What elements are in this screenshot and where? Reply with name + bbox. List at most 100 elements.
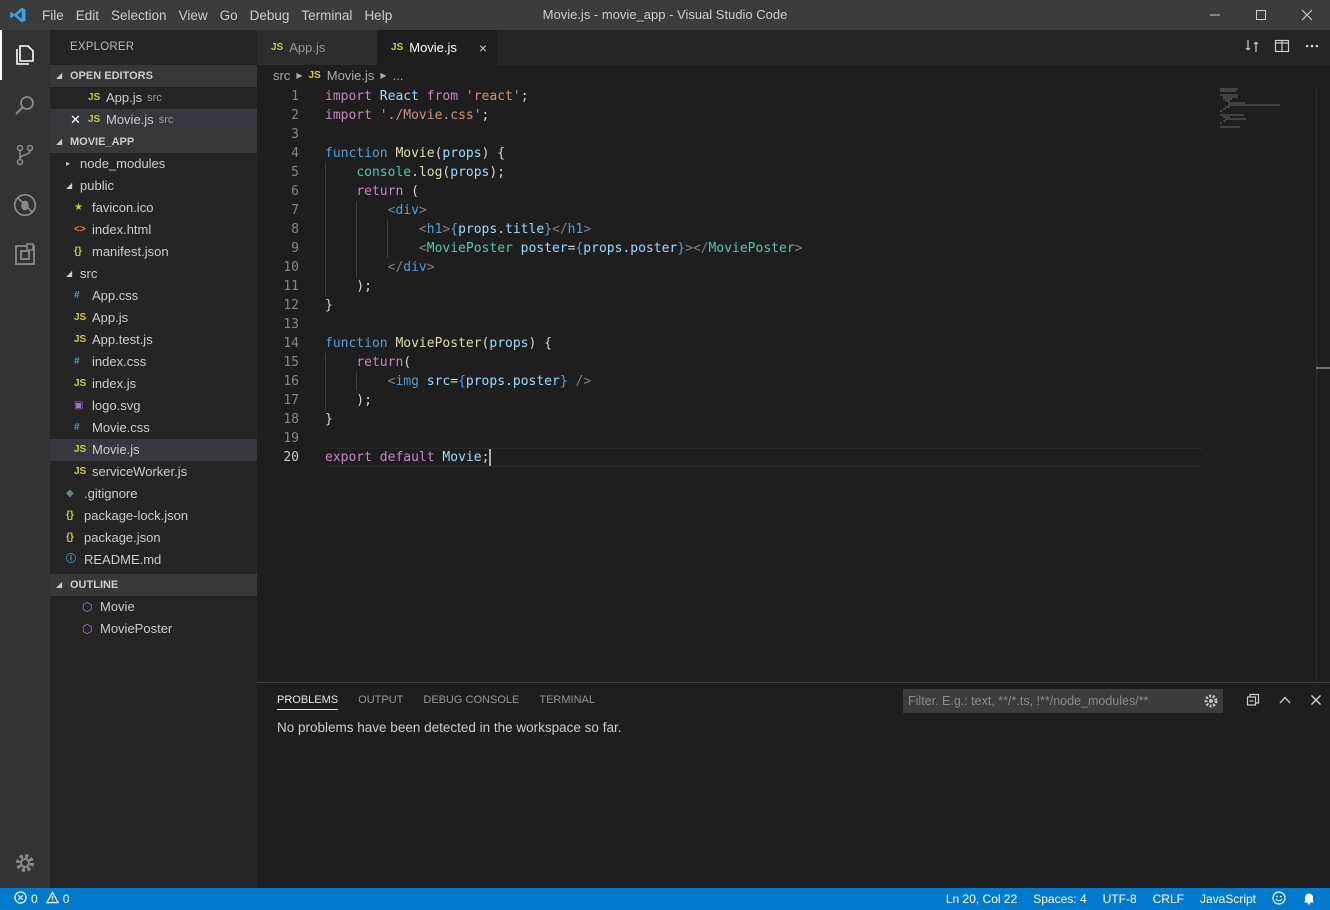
tree-item-src[interactable]: ◢ src [50,263,257,285]
tree-item-label: index.js [92,376,137,391]
tree-item-gitignore[interactable]: ◆ .gitignore [50,483,257,505]
menu-file[interactable]: File [36,8,70,23]
cursor-position[interactable]: Ln 20, Col 22 [946,892,1017,906]
code-line: 17 ); [257,391,1202,410]
outline-section-header[interactable]: ◢ OUTLINE [50,574,257,596]
extensions-icon[interactable] [0,230,50,280]
tab-problems[interactable]: PROBLEMS [277,683,339,718]
code-line: 12} [257,296,1202,315]
tab-output-label: OUTPUT [358,694,404,706]
error-count: 0 [31,892,38,906]
line-number: 2 [291,108,299,123]
split-editor-icon[interactable] [1274,38,1290,57]
tree-item-app-css[interactable]: # App.css [50,285,257,307]
editor-scrollbar[interactable] [1316,87,1330,682]
breadcrumb-folder[interactable]: src [273,65,290,87]
tree-item-movie-css[interactable]: # Movie.css [50,417,257,439]
menu-help[interactable]: Help [358,8,398,23]
line-number: 11 [283,279,299,294]
tree-item-package-json[interactable]: {} package.json [50,527,257,549]
js-file-icon: JS [88,92,101,103]
tree-item-movie-js[interactable]: JS Movie.js [50,439,257,461]
tab-debug-console[interactable]: DEBUG CONSOLE [423,683,519,718]
notifications-bell-icon[interactable] [1302,891,1316,908]
filter-settings-icon[interactable] [1201,689,1221,713]
minimap[interactable] [1220,87,1310,147]
line-number: 16 [283,374,299,389]
code-line: 13 [257,315,1202,334]
tree-item-node-modules[interactable]: ▸ node_modules [50,153,257,175]
close-tab-icon[interactable]: × [479,40,487,56]
close-window-button[interactable] [1284,0,1330,30]
project-title: MOVIE_APP [70,136,135,148]
tree-item-label: App.css [92,288,139,303]
maximize-panel-icon[interactable] [1278,693,1292,710]
close-panel-icon[interactable] [1310,693,1322,709]
open-editor-desc: src [158,114,174,126]
tree-item-label: logo.svg [92,398,141,413]
tree-item-public[interactable]: ◢ public [50,175,257,197]
problems-filter-input[interactable]: Filter. E.g.: text, **/*.ts, !**/node_mo… [903,689,1223,713]
feedback-smiley-icon[interactable] [1272,890,1286,908]
code-editor[interactable]: 1 import React from 'react'; 2 import './M… [257,87,1203,467]
minimize-button[interactable] [1192,0,1238,30]
text-cursor [489,449,492,466]
tree-item-favicon[interactable]: ★ favicon.ico [50,197,257,219]
css-file-icon: # [74,290,80,301]
tab-app-js[interactable]: JS App.js [257,30,377,65]
tree-item-index-js[interactable]: JS index.js [50,373,257,395]
menu-edit[interactable]: Edit [70,8,105,23]
project-section-header[interactable]: ◢ MOVIE_APP [50,131,257,153]
tree-item-index-html[interactable]: <> index.html [50,219,257,241]
search-icon[interactable] [0,80,50,130]
maximize-button[interactable] [1238,0,1284,30]
menu-view[interactable]: View [173,8,214,23]
open-editors-section-header[interactable]: ◢ OPEN EDITORS [50,65,257,87]
tab-bar: JS App.js JS Movie.js × [257,30,1330,65]
outline-item[interactable]: ⬡ Movie [50,596,257,618]
debug-icon[interactable] [0,180,50,230]
js-file-icon: JS [308,70,321,81]
tree-item-app-js[interactable]: JS App.js [50,307,257,329]
tree-item-service-worker[interactable]: JS serviceWorker.js [50,461,257,483]
tree-item-logo-svg[interactable]: ▣ logo.svg [50,395,257,417]
explorer-icon[interactable] [0,30,50,80]
open-editor-item[interactable]: ✕ JS Movie.js src [50,109,257,131]
more-actions-icon[interactable] [1304,38,1320,57]
tree-item-label: App.test.js [92,332,153,347]
menu-go[interactable]: Go [214,8,244,23]
language-mode[interactable]: JavaScript [1200,892,1256,906]
tree-item-app-test-js[interactable]: JS App.test.js [50,329,257,351]
tree-item-index-css[interactable]: # index.css [50,351,257,373]
encoding[interactable]: UTF-8 [1103,892,1137,906]
open-editor-label: App.js [106,90,143,105]
end-of-line[interactable]: CRLF [1153,892,1184,906]
collapse-all-icon[interactable] [1246,693,1260,710]
tree-item-label: index.css [92,354,147,369]
manage-gear-icon[interactable] [0,838,50,888]
menu-terminal[interactable]: Terminal [295,8,358,23]
open-changes-icon[interactable] [1244,38,1260,57]
line-number: 14 [283,336,299,351]
menu-bar: File Edit Selection View Go Debug Termin… [36,0,398,30]
menu-debug[interactable]: Debug [244,8,296,23]
menu-selection[interactable]: Selection [105,8,173,23]
tab-output[interactable]: OUTPUT [358,683,403,718]
open-editor-item[interactable]: JS App.js src [50,87,257,109]
breadcrumb-more[interactable]: ... [393,65,404,87]
tab-terminal[interactable]: TERMINAL [539,683,595,718]
indentation[interactable]: Spaces: 4 [1033,892,1086,906]
outline-label: MoviePoster [100,621,173,636]
js-file-icon: JS [74,312,87,323]
tree-item-package-lock[interactable]: {} package-lock.json [50,505,257,527]
js-file-icon: JS [391,42,404,53]
tree-item-manifest[interactable]: {} manifest.json [50,241,257,263]
problems-status[interactable]: 0 0 [0,891,69,907]
tab-movie-js[interactable]: JS Movie.js × [377,30,497,65]
line-number: 6 [291,184,299,199]
source-control-icon[interactable] [0,130,50,180]
tree-item-readme[interactable]: ⓘ README.md [50,549,257,571]
outline-item[interactable]: ⬡ MoviePoster [50,618,257,640]
close-icon[interactable]: ✕ [70,109,88,131]
breadcrumb-file[interactable]: Movie.js [327,65,375,87]
